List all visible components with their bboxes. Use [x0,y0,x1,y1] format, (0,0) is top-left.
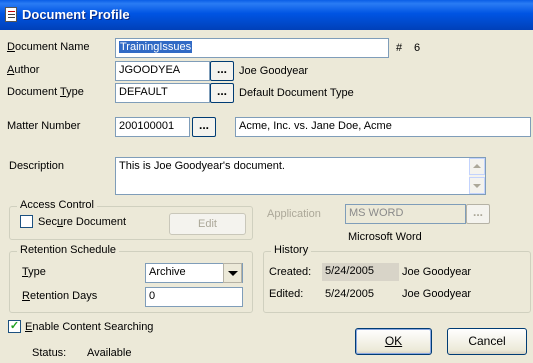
description-textarea[interactable]: This is Joe Goodyear's document. [115,157,486,195]
matter-browse-button[interactable]: ... [192,117,216,137]
author-full-name: Joe Goodyear [239,65,309,77]
secure-document-checkbox[interactable] [20,215,33,228]
document-type-label: Document Type [7,86,84,98]
scroll-down-icon[interactable] [469,177,485,194]
matter-number-input[interactable]: 200100001 [115,117,190,137]
status-value: Available [87,347,132,359]
retention-days-label: Retention Days [22,290,98,302]
matter-number-label: Matter Number [7,120,81,132]
edited-label: Edited: [269,288,304,300]
description-scrollbar[interactable] [469,158,485,194]
created-by: Joe Goodyear [402,266,472,278]
retention-type-label: Type [22,266,46,278]
author-browse-button[interactable]: ... [210,61,234,81]
document-number-prefix: # [396,42,403,54]
enable-content-searching-checkbox[interactable]: ✓ [8,320,21,333]
document-type-input[interactable]: DEFAULT [115,83,210,103]
edit-button[interactable]: Edit [169,213,246,235]
cancel-button[interactable]: Cancel [447,328,527,355]
application-description: Microsoft Word [348,231,422,243]
document-name-label: Document Name [7,41,90,53]
document-number: 6 [414,42,421,54]
matter-description-field[interactable]: Acme, Inc. vs. Jane Doe, Acme [235,117,531,137]
document-profile-dialog: Document Profile Document Name TrainingI… [0,0,533,363]
retention-days-input[interactable]: 0 [145,287,243,307]
ok-button[interactable]: OK [355,328,432,355]
author-input[interactable]: JGOODYEA [115,61,210,81]
edited-by: Joe Goodyear [402,288,472,300]
application-browse-button[interactable]: ... [466,204,490,224]
description-label: Description [9,160,65,172]
document-type-browse-button[interactable]: ... [210,83,234,103]
history-group: History [263,244,531,313]
status-label: Status: [32,347,67,359]
scroll-up-icon[interactable] [469,158,485,175]
title-bar[interactable]: Document Profile [0,0,533,30]
window-title: Document Profile [22,7,130,22]
checkmark-icon: ✓ [9,320,20,332]
edited-date: 5/24/2005 [325,288,374,300]
document-type-description: Default Document Type [239,87,354,99]
author-label: Author [7,64,40,76]
secure-document-label: Secure Document [38,216,127,228]
created-date: 5/24/2005 [321,262,400,282]
document-name-label-rest: ocument Name [14,41,90,53]
access-control-title: Access Control [17,199,97,211]
history-title: History [271,244,312,256]
document-icon [5,7,17,22]
created-label: Created: [269,266,312,278]
document-name-value: TrainingIssues [119,41,193,53]
enable-content-searching-label: Enable Content Searching [25,321,154,333]
document-name-input[interactable]: TrainingIssues [115,38,389,58]
application-input[interactable]: MS WORD [345,204,466,224]
application-label: Application [267,208,321,220]
ok-button-label: OK [384,334,403,348]
chevron-down-icon[interactable] [223,263,242,283]
retention-schedule-title: Retention Schedule [17,244,120,256]
